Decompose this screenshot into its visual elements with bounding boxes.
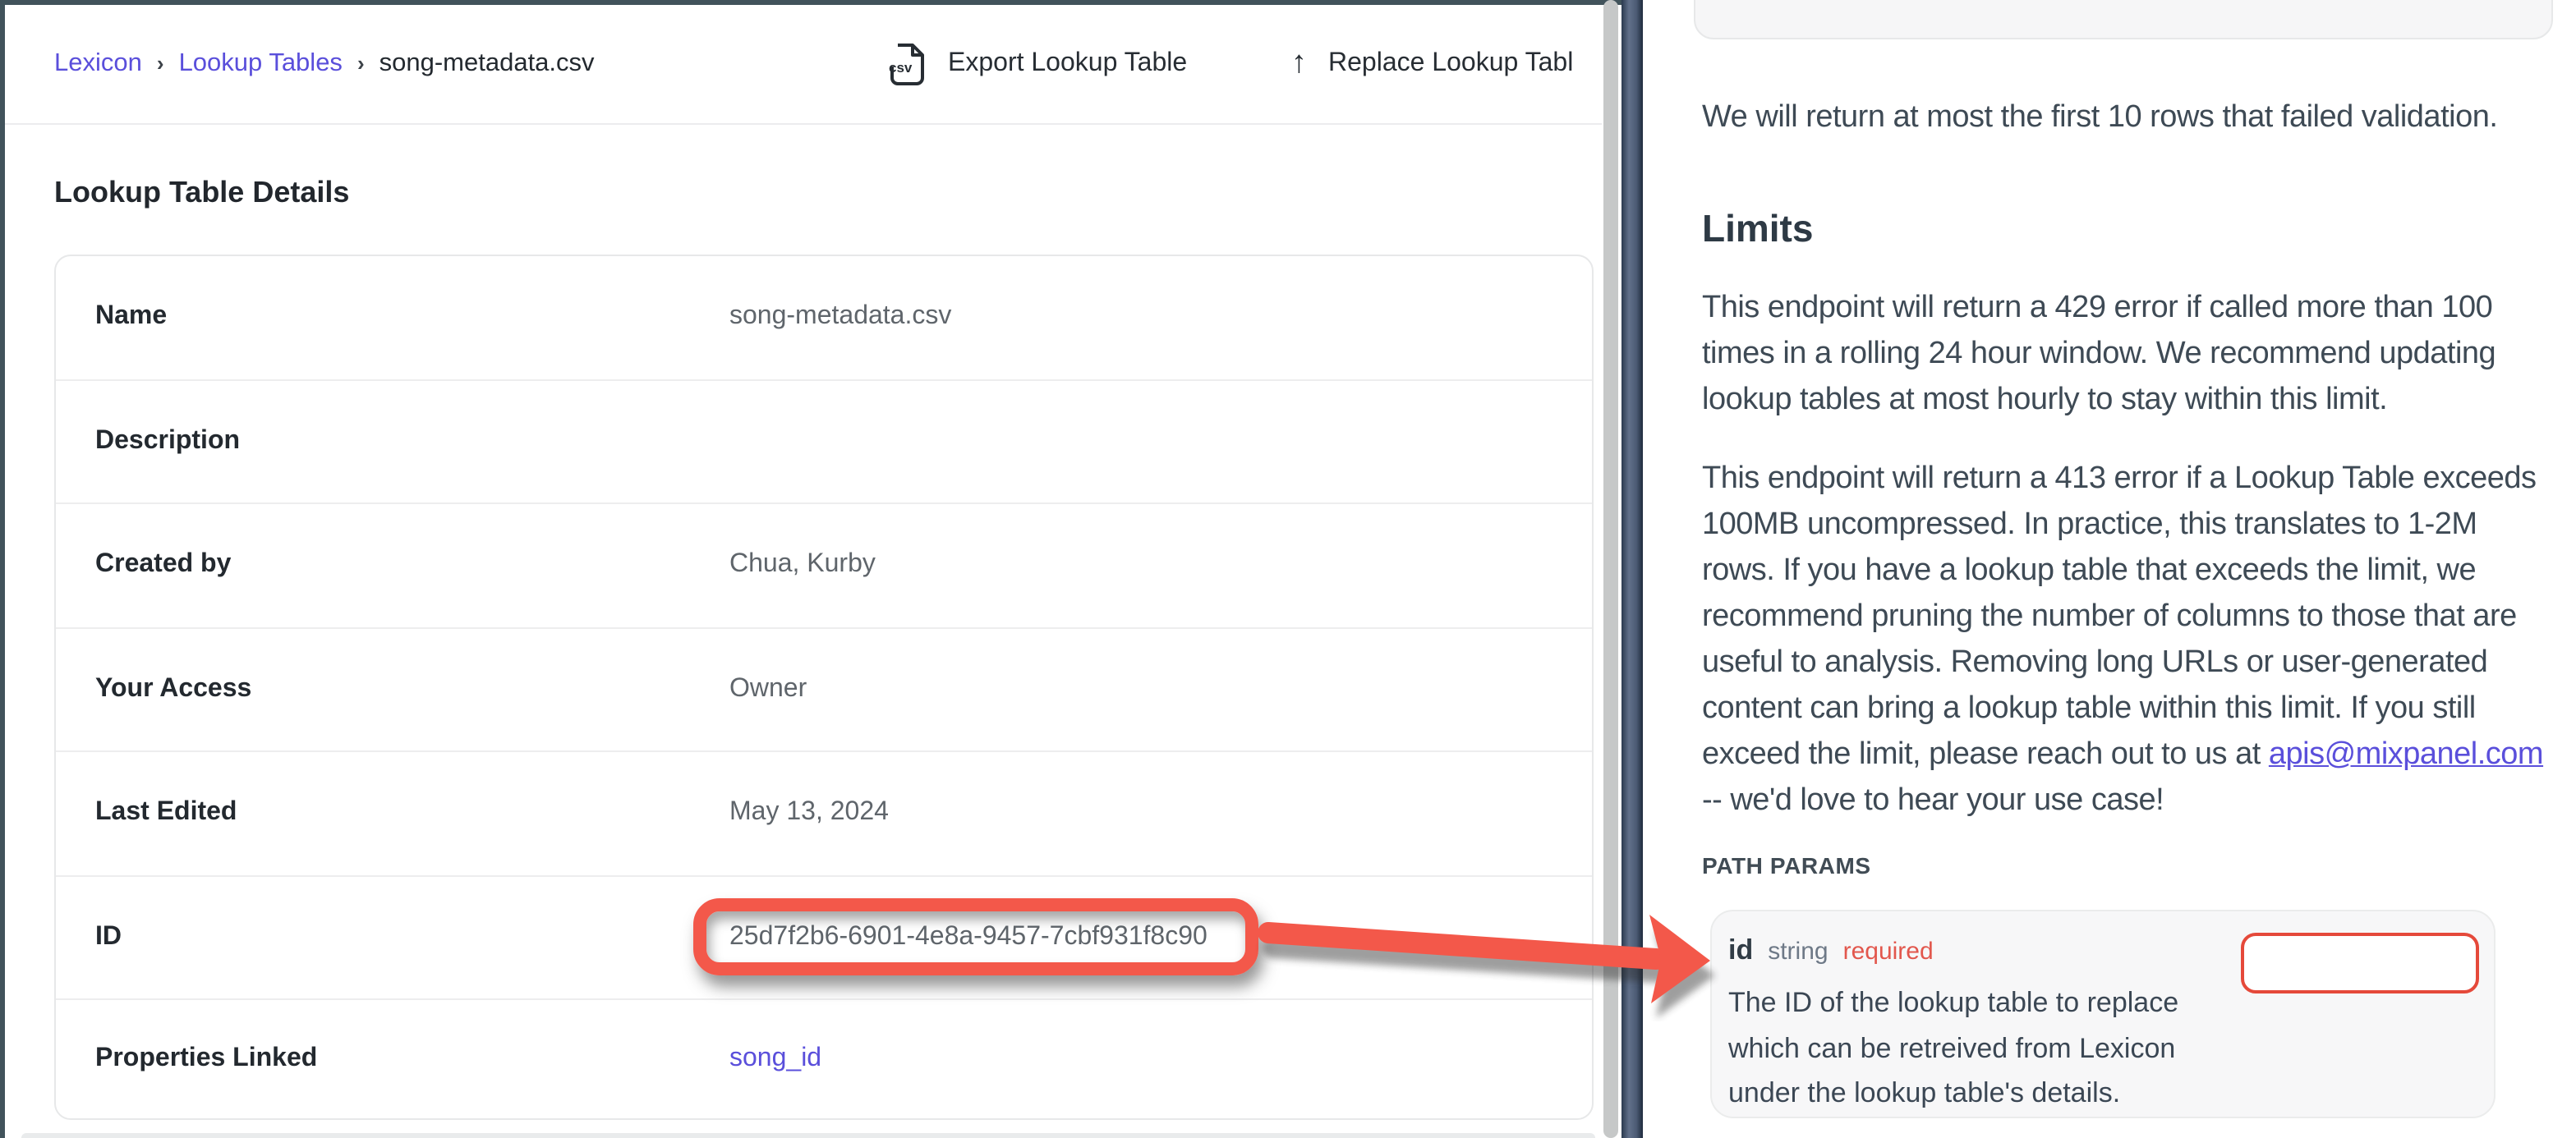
row-value: Chua, Kurby [729, 551, 876, 580]
left-window-header: Lexicon › Lookup Tables › song-metadata.… [5, 5, 1602, 125]
table-row-last-edited: Last Edited May 13, 2024 [56, 752, 1592, 876]
param-header: id string required [1728, 934, 1934, 967]
row-label: Name [56, 303, 729, 333]
path-param-card-id: id string required The ID of the lookup … [1710, 910, 2496, 1118]
page-title: Lookup Table Details [54, 176, 349, 210]
docs-intro-text: We will return at most the first 10 rows… [1702, 100, 2497, 136]
breadcrumb-separator-icon: › [357, 50, 365, 75]
row-label: ID [56, 923, 729, 952]
csv-file-icon: csv [887, 43, 927, 85]
breadcrumb-lookup-tables[interactable]: Lookup Tables [179, 49, 343, 79]
table-row-created-by: Created by Chua, Kurby [56, 504, 1592, 628]
export-lookup-table-button[interactable]: csv Export Lookup Table [887, 5, 1187, 123]
param-name: id [1728, 934, 1753, 967]
limits-paragraph-429: This endpoint will return a 429 error if… [1702, 286, 2551, 424]
paragraph-text: -- we'd love to hear your use case! [1702, 783, 2164, 818]
apis-mixpanel-email-link[interactable]: apis@mixpanel.com [2269, 737, 2543, 772]
row-value: song-metadata.csv [729, 303, 951, 333]
path-params-heading: PATH PARAMS [1702, 852, 1871, 879]
table-row-description: Description [56, 380, 1592, 504]
breadcrumb: Lexicon › Lookup Tables › song-metadata.… [54, 5, 595, 123]
breadcrumb-current-file: song-metadata.csv [380, 49, 595, 79]
row-label: Your Access [56, 675, 729, 704]
export-lookup-table-label: Export Lookup Table [948, 49, 1187, 79]
row-value: Owner [729, 675, 807, 704]
id-param-input[interactable] [2241, 933, 2479, 993]
horizontal-scrollbar[interactable] [21, 1133, 1595, 1138]
param-type: string [1768, 938, 1828, 966]
table-row-your-access: Your Access Owner [56, 628, 1592, 752]
param-required-badge: required [1843, 938, 1934, 966]
param-description: The ID of the lookup table to replace wh… [1728, 980, 2221, 1116]
limits-heading: Limits [1702, 207, 1813, 251]
row-value: May 13, 2024 [729, 799, 889, 828]
paragraph-text: This endpoint will return a 413 error if… [1702, 461, 2537, 772]
breadcrumb-lexicon[interactable]: Lexicon [54, 49, 142, 79]
table-row-properties-linked: Properties Linked song_id [56, 1000, 1592, 1118]
row-label: Properties Linked [56, 1044, 729, 1074]
annotation-highlight-box [693, 898, 1258, 975]
linked-property-link[interactable]: song_id [729, 1044, 821, 1074]
window-divider [1622, 0, 1643, 1138]
row-label: Last Edited [56, 799, 729, 828]
row-label: Description [56, 427, 729, 457]
up-arrow-icon: ↑ [1291, 46, 1307, 82]
details-card: Name song-metadata.csv Description Creat… [54, 255, 1594, 1120]
api-docs-panel: We will return at most the first 10 rows… [1643, 0, 2576, 1138]
row-label: Created by [56, 551, 729, 580]
screenshot-stage: Lexicon › Lookup Tables › song-metadata.… [0, 0, 2576, 1138]
replace-lookup-table-button[interactable]: ↑ Replace Lookup Tabl [1291, 5, 1573, 123]
table-row-name: Name song-metadata.csv [56, 256, 1592, 380]
vertical-scrollbar[interactable] [1603, 0, 1618, 1138]
svg-text:csv: csv [889, 60, 913, 76]
code-block-bottom [1694, 0, 2553, 39]
limits-paragraph-413: This endpoint will return a 413 error if… [1702, 457, 2551, 824]
replace-lookup-table-label: Replace Lookup Tabl [1328, 49, 1573, 79]
breadcrumb-separator-icon: › [157, 50, 164, 75]
